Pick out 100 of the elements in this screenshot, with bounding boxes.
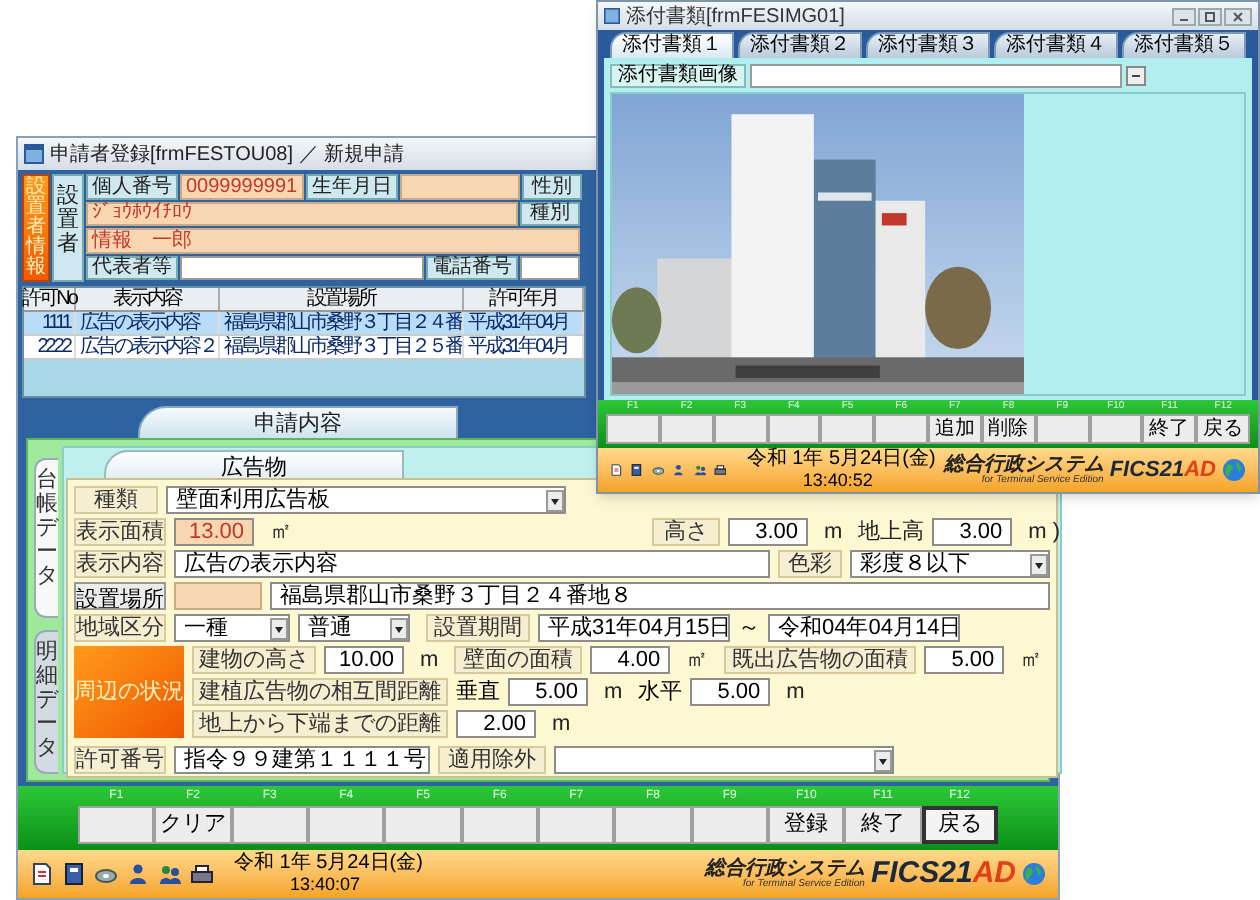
input-field[interactable]: 4.00 <box>590 646 671 674</box>
function-key-button[interactable] <box>691 806 768 844</box>
tab[interactable]: 添付書類１ <box>610 32 734 58</box>
function-key-button[interactable]: 追加 <box>928 414 982 444</box>
input-field[interactable]: 情報 一郎 <box>86 228 580 253</box>
date-text: 令和 1年 5月24日(金) <box>746 450 936 470</box>
logo-text: FICS21AD <box>1109 455 1216 486</box>
dropdown[interactable]: 一種 <box>174 614 290 642</box>
dropdown[interactable]: 彩度８以下 <box>850 550 1051 578</box>
window-title: 添付書類[frmFESIMG01] <box>626 3 845 31</box>
input-field[interactable]: 福島県郡山市桑野３丁目２４番地８ <box>270 582 1051 610</box>
input-field[interactable] <box>174 582 262 610</box>
dropdown[interactable] <box>554 746 894 774</box>
field-label: 生年月日 <box>306 174 398 199</box>
function-key-button[interactable] <box>606 414 660 444</box>
function-key-button[interactable]: 戻る <box>1196 414 1250 444</box>
function-key-button[interactable]: 終了 <box>844 806 922 844</box>
input-field[interactable]: 10.00 <box>324 646 404 674</box>
close-button[interactable] <box>1224 7 1252 25</box>
caret-icon <box>546 489 564 511</box>
input-field[interactable]: 2.00 <box>456 710 536 738</box>
field-label: 表示内容 <box>74 550 166 578</box>
column-header[interactable]: 許可No <box>24 288 76 310</box>
tab[interactable]: 申請内容 <box>138 406 458 438</box>
function-key-button[interactable] <box>659 414 714 444</box>
input-field[interactable]: 平成31年04月15日 <box>538 614 730 642</box>
input-field[interactable]: 5.00 <box>924 646 1005 674</box>
field-label: 垂直 <box>456 677 500 708</box>
table-cell: 平成31年04月 <box>464 336 584 358</box>
input-field[interactable]: 広告の表示内容 <box>174 550 771 578</box>
input-field[interactable]: 5.00 <box>690 678 771 706</box>
input-field[interactable] <box>750 63 1122 87</box>
field-label: 性別 <box>522 174 582 199</box>
printer-icon[interactable] <box>190 862 214 886</box>
document-icon[interactable] <box>30 862 54 886</box>
function-key-button[interactable] <box>1089 414 1143 444</box>
input-field[interactable]: 令和04年04月14日 <box>768 614 960 642</box>
function-key-button[interactable] <box>231 806 308 844</box>
input-field[interactable]: 3.00 <box>932 518 1013 546</box>
function-key-button[interactable]: 終了 <box>1142 414 1197 444</box>
function-key-button[interactable] <box>537 806 615 844</box>
tab[interactable]: 添付書類３ <box>866 32 990 58</box>
function-key-button[interactable] <box>384 806 462 844</box>
function-key-button[interactable] <box>820 414 875 444</box>
input-field[interactable]: 13.00 <box>174 518 254 546</box>
document-icon[interactable] <box>610 458 623 482</box>
book-icon[interactable] <box>630 458 644 482</box>
dropdown[interactable]: 普通 <box>298 614 410 642</box>
function-key-button[interactable] <box>1035 414 1089 444</box>
separator-text: ～ <box>738 613 760 644</box>
function-key-button[interactable] <box>78 806 155 844</box>
input-field[interactable]: 3.00 <box>728 518 808 546</box>
person-icon[interactable] <box>126 862 150 886</box>
tab[interactable]: 添付書類５ <box>1122 32 1246 58</box>
minimize-button[interactable] <box>1172 7 1196 25</box>
field-label: 適用除外 <box>438 746 546 774</box>
function-key-button[interactable]: クリア <box>154 806 232 844</box>
function-key-button[interactable] <box>461 806 538 844</box>
field-label: 地上から下端までの距離 <box>192 710 448 738</box>
maximize-button[interactable] <box>1198 7 1222 25</box>
field-label: 建植広告物の相互間距離 <box>192 678 448 706</box>
input-field[interactable]: ｼﾞｮｳﾎｳｲﾁﾛｳ <box>86 201 518 226</box>
tab[interactable]: 添付書類２ <box>738 32 862 58</box>
people-icon[interactable] <box>158 862 182 886</box>
input-field[interactable] <box>180 255 424 280</box>
function-key-button[interactable] <box>614 806 692 844</box>
function-key-button[interactable]: 削除 <box>981 414 1036 444</box>
side-tab[interactable]: 台帳データ <box>34 458 58 618</box>
function-key-button[interactable]: 戻る <box>921 806 998 844</box>
book-icon[interactable] <box>62 862 86 886</box>
field-label: 水平 <box>638 677 683 708</box>
tab[interactable]: 添付書類４ <box>994 32 1118 58</box>
caret-icon <box>390 617 408 639</box>
section-label: 設置者情報 <box>22 174 50 282</box>
window-title: 申請者登録[frmFESTOU08] ／ 新規申請 <box>50 141 405 169</box>
function-key-button[interactable] <box>713 414 767 444</box>
time-text: 13:40:52 <box>800 470 875 490</box>
function-key-button[interactable]: 登録 <box>767 806 845 844</box>
dropdown[interactable]: 壁面利用広告板 <box>166 486 566 514</box>
field-label: 電話番号 <box>426 255 518 280</box>
input-field[interactable]: 0099999991 <box>180 174 304 199</box>
browse-button[interactable] <box>1126 65 1146 85</box>
input-field[interactable]: 指令９９建第１１１１号 <box>174 746 430 774</box>
function-key-button[interactable] <box>874 414 928 444</box>
input-field[interactable] <box>400 174 520 199</box>
time-text: 13:40:07 <box>288 874 363 894</box>
globe-icon <box>1022 862 1046 886</box>
location-button[interactable]: 設置場所 <box>74 582 166 610</box>
field-label: 色彩 <box>778 550 843 578</box>
column-header[interactable]: 表示内容 <box>76 288 220 310</box>
input-field[interactable] <box>520 255 580 280</box>
column-header[interactable]: 許可年月 <box>464 288 584 310</box>
side-tab[interactable]: 明細データ <box>34 629 58 774</box>
function-key-button[interactable] <box>307 806 385 844</box>
function-key-button[interactable] <box>767 414 821 444</box>
unit-label: ㎡ <box>268 517 294 548</box>
input-field[interactable]: 5.00 <box>508 678 588 706</box>
group-label: 設置者 <box>52 174 84 282</box>
tab[interactable]: 広告物 <box>104 450 404 478</box>
column-header[interactable]: 設置場所 <box>220 288 464 310</box>
